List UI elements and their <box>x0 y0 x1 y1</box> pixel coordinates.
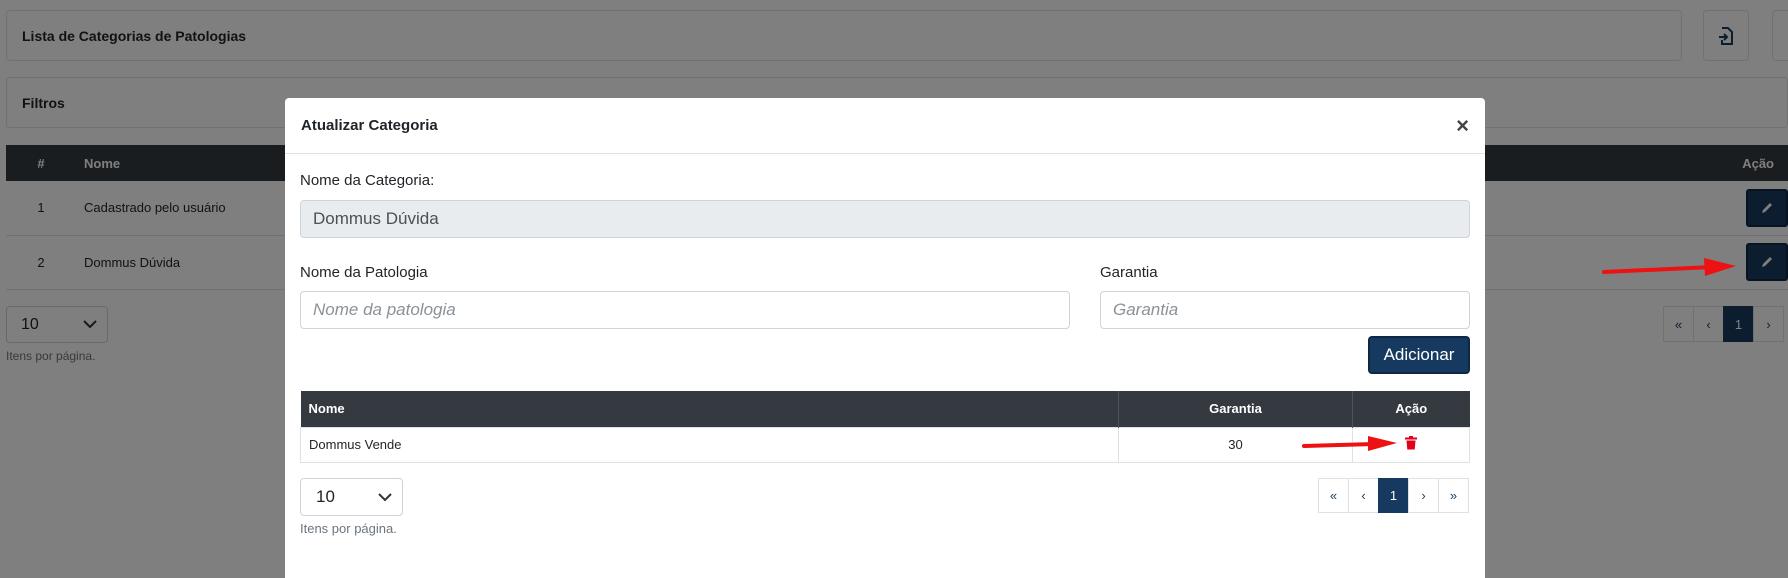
warranty-placeholder: Garantia <box>1113 300 1179 319</box>
per-page-value: 10 <box>316 487 335 506</box>
warranty-input[interactable]: Garantia <box>1100 291 1470 329</box>
pathology-label: Nome da Patologia <box>300 264 428 281</box>
category-name-value: Dommus Dúvida <box>313 209 439 228</box>
col-warranty: Garantia <box>1118 391 1353 427</box>
per-page-select[interactable]: 10 <box>300 478 403 516</box>
modal-title: Atualizar Categoria <box>301 117 438 134</box>
col-action: Ação <box>1352 391 1470 427</box>
chevron-down-icon <box>378 492 392 501</box>
category-name-input[interactable]: Dommus Dúvida <box>300 200 1470 238</box>
warranty-label: Garantia <box>1100 264 1158 281</box>
col-name: Nome <box>300 391 1119 427</box>
close-icon[interactable]: × <box>1456 114 1469 137</box>
annotation-arrow <box>1602 258 1736 276</box>
category-label: Nome da Categoria: <box>300 172 435 189</box>
modal-header: Atualizar Categoria × <box>285 98 1485 154</box>
page-current[interactable]: 1 <box>1378 478 1409 513</box>
per-page-caption: Itens por página. <box>300 521 397 536</box>
pathology-table: Nome Garantia Ação Dommus Vende 30 <box>300 391 1470 463</box>
page-first[interactable]: « <box>1318 478 1349 513</box>
pagination: « ‹ 1 › » <box>1318 478 1469 513</box>
page-next[interactable]: › <box>1408 478 1439 513</box>
pathology-name-input[interactable]: Nome da patologia <box>300 291 1070 329</box>
page-prev[interactable]: ‹ <box>1348 478 1379 513</box>
table-header-row: Nome Garantia Ação <box>300 391 1470 427</box>
add-button[interactable]: Adicionar <box>1368 336 1470 374</box>
page-last[interactable]: » <box>1438 478 1469 513</box>
trash-icon[interactable] <box>1405 436 1417 450</box>
annotation-arrow <box>1302 436 1397 451</box>
row-name: Dommus Vende <box>300 426 1119 463</box>
update-category-modal: Atualizar Categoria × Nome da Categoria:… <box>285 98 1485 578</box>
pathology-placeholder: Nome da patologia <box>313 300 456 319</box>
table-row: Dommus Vende 30 <box>300 426 1470 463</box>
